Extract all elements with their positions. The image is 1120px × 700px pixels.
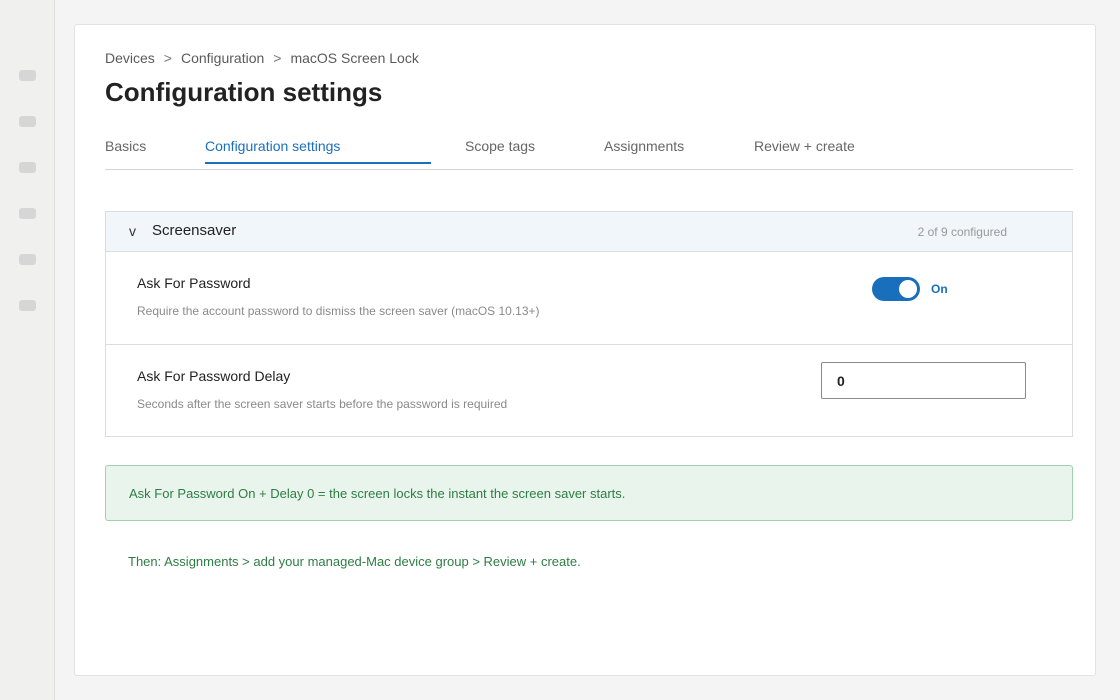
- breadcrumb-configuration[interactable]: Configuration: [181, 50, 264, 66]
- chevron-down-icon[interactable]: v: [129, 223, 136, 239]
- setting-label: Ask For Password Delay: [137, 368, 291, 384]
- section-header-screensaver[interactable]: v Screensaver 2 of 9 configured: [106, 212, 1072, 252]
- nav-item-icon[interactable]: [19, 208, 36, 219]
- tab-scope-tags[interactable]: Scope tags: [465, 138, 535, 154]
- main-card: Devices > Configuration > macOS Screen Lock …: [74, 24, 1096, 676]
- ask-for-password-toggle[interactable]: [872, 277, 920, 301]
- setting-description: Seconds after the screen saver starts be…: [137, 397, 508, 411]
- breadcrumb: Devices > Configuration > macOS Screen Lock: [105, 50, 419, 66]
- tab-assignments[interactable]: Assignments: [604, 138, 684, 154]
- callout-text: Ask For Password On + Delay 0 = the scre…: [129, 486, 626, 501]
- setting-label: Ask For Password: [137, 275, 251, 291]
- settings-panel: v Screensaver 2 of 9 configured Ask For …: [105, 211, 1073, 437]
- breadcrumb-separator: >: [273, 50, 282, 66]
- nav-item-icon[interactable]: [19, 162, 36, 173]
- breadcrumb-current: macOS Screen Lock: [290, 50, 419, 66]
- wizard-tabs: Basics Configuration settings Scope tags…: [105, 135, 1073, 170]
- configured-count: 2 of 9 configured: [917, 225, 1007, 239]
- success-callout: Ask For Password On + Delay 0 = the scre…: [105, 465, 1073, 521]
- section-title: Screensaver: [152, 222, 237, 239]
- password-delay-input[interactable]: [821, 362, 1026, 399]
- tab-review-create[interactable]: Review + create: [754, 138, 855, 154]
- toggle-state-label: On: [931, 282, 948, 296]
- nav-item-icon[interactable]: [19, 116, 36, 127]
- toggle-knob: [899, 280, 917, 298]
- left-nav-rail: [0, 0, 55, 700]
- breadcrumb-separator: >: [163, 50, 172, 66]
- breadcrumb-devices[interactable]: Devices: [105, 50, 155, 66]
- next-step-text: Then: Assignments > add your managed-Mac…: [128, 554, 581, 569]
- tab-configuration-settings[interactable]: Configuration settings: [205, 138, 340, 154]
- setting-description: Require the account password to dismiss …: [137, 304, 540, 318]
- page-title: Configuration settings: [105, 77, 383, 107]
- active-tab-indicator: [205, 162, 431, 164]
- nav-item-icon[interactable]: [19, 254, 36, 265]
- setting-row-ask-for-password-delay: Ask For Password Delay Seconds after the…: [106, 344, 1072, 436]
- nav-item-icon[interactable]: [19, 300, 36, 311]
- setting-row-ask-for-password: Ask For Password Require the account pas…: [106, 252, 1072, 344]
- nav-item-icon[interactable]: [19, 70, 36, 81]
- tab-basics[interactable]: Basics: [105, 138, 146, 154]
